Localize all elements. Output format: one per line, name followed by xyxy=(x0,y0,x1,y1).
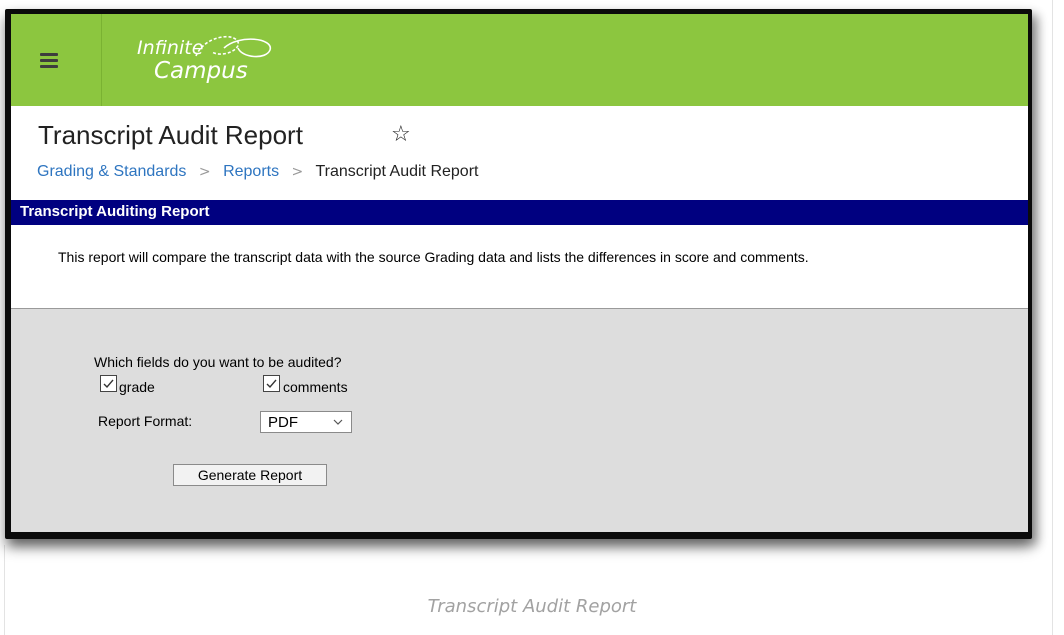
page-border-right xyxy=(1052,0,1053,635)
checkmark-icon xyxy=(103,379,114,389)
section-header: Transcript Auditing Report xyxy=(11,200,1028,225)
breadcrumb-link-grading-standards[interactable]: Grading & Standards xyxy=(37,163,186,180)
audit-fields-question: Which fields do you want to be audited? xyxy=(94,354,342,370)
breadcrumb-current: Transcript Audit Report xyxy=(315,163,479,180)
report-options-form: Which fields do you want to be audited? … xyxy=(11,308,1028,532)
star-outline-icon[interactable]: ☆ xyxy=(391,122,411,147)
breadcrumb-link-reports[interactable]: Reports xyxy=(223,163,279,180)
generate-report-button[interactable]: Generate Report xyxy=(173,464,327,486)
report-format-value: PDF xyxy=(268,414,298,431)
infinite-campus-logo[interactable]: Infinite Campus xyxy=(137,28,297,88)
page-title: Transcript Audit Report xyxy=(38,120,303,150)
page-border-left xyxy=(4,545,5,635)
chevron-right-icon: > xyxy=(198,164,211,180)
top-bar: Infinite Campus xyxy=(11,14,1028,106)
grade-checkbox-label[interactable]: grade xyxy=(119,379,155,395)
logo-swirl-icon xyxy=(195,35,271,58)
breadcrumb: Grading & Standards > Reports > Transcri… xyxy=(37,163,478,181)
report-format-label: Report Format: xyxy=(98,413,193,429)
checkmark-icon xyxy=(266,379,277,389)
menu-button[interactable] xyxy=(11,14,102,106)
comments-checkbox[interactable] xyxy=(263,375,280,392)
grade-checkbox[interactable] xyxy=(100,375,117,392)
screenshot-frame: Infinite Campus Transcript Audit Report … xyxy=(5,9,1032,539)
image-caption: Transcript Audit Report xyxy=(427,596,637,617)
chevron-right-icon: > xyxy=(291,164,304,180)
chevron-down-icon xyxy=(333,419,343,425)
app-window: Infinite Campus Transcript Audit Report … xyxy=(11,14,1028,532)
comments-checkbox-label[interactable]: comments xyxy=(283,379,348,395)
report-format-select[interactable]: PDF xyxy=(260,411,352,433)
report-description: This report will compare the transcript … xyxy=(58,249,809,265)
